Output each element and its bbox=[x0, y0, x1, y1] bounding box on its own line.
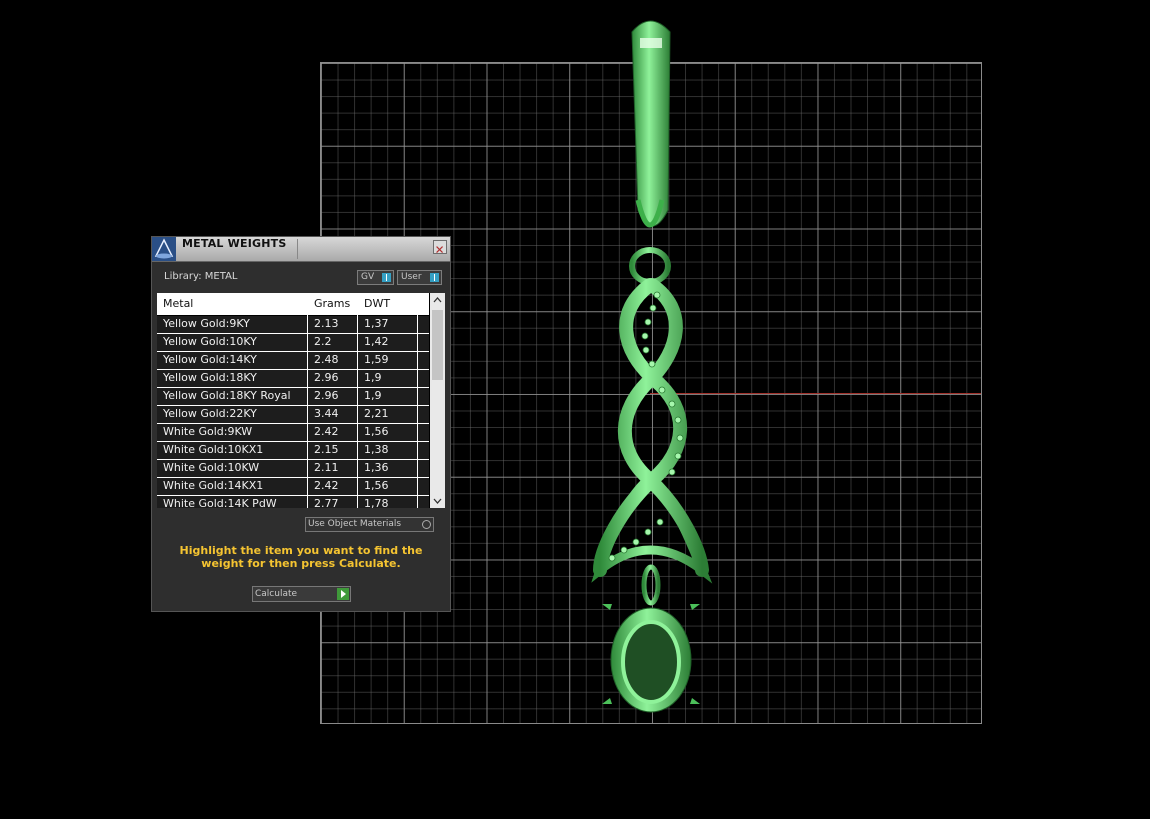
scroll-thumb[interactable] bbox=[432, 310, 443, 380]
cell-grams: 2.77 bbox=[314, 497, 339, 508]
user-toggle[interactable]: User bbox=[397, 270, 442, 285]
library-label: Library: METAL bbox=[164, 271, 238, 282]
cell-grams: 2.15 bbox=[314, 443, 339, 456]
instruction-text: Highlight the item you want to find the … bbox=[179, 544, 423, 570]
cell-metal: Yellow Gold:10KY bbox=[163, 335, 257, 348]
cell-grams: 2.96 bbox=[314, 389, 339, 402]
app-logo-icon bbox=[152, 237, 176, 261]
panel-titlebar[interactable]: METAL WEIGHTS bbox=[152, 237, 450, 262]
cell-dwt: 1,59 bbox=[364, 353, 389, 366]
gv-toggle-label: GV bbox=[361, 272, 375, 282]
table-header: Metal Grams DWT bbox=[157, 293, 429, 315]
table-row[interactable]: White Gold:10KW 2.11 1,36 bbox=[157, 460, 429, 478]
cell-metal: Yellow Gold:14KY bbox=[163, 353, 257, 366]
cell-grams: 2.2 bbox=[314, 335, 332, 348]
table-body: Yellow Gold:9KY 2.13 1,37 Yellow Gold:10KY 2… bbox=[157, 316, 429, 508]
gv-toggle[interactable]: GV bbox=[357, 270, 394, 285]
cell-dwt: 1,42 bbox=[364, 335, 389, 348]
cell-metal: White Gold:14K PdW bbox=[163, 497, 277, 508]
cell-metal: White Gold:10KX1 bbox=[163, 443, 264, 456]
cell-metal: White Gold:10KW bbox=[163, 461, 260, 474]
table-row[interactable]: Yellow Gold:22KY 3.44 2,21 bbox=[157, 406, 429, 424]
cell-dwt: 2,21 bbox=[364, 407, 389, 420]
title-divider bbox=[297, 239, 298, 259]
table-scrollbar[interactable] bbox=[430, 293, 445, 508]
cell-metal: Yellow Gold:9KY bbox=[163, 317, 250, 330]
cell-grams: 2.13 bbox=[314, 317, 339, 330]
calculate-label: Calculate bbox=[255, 589, 298, 599]
user-toggle-label: User bbox=[401, 272, 422, 282]
metal-weights-panel: METAL WEIGHTS Library: METAL GV User Met… bbox=[151, 236, 451, 612]
column-header-metal[interactable]: Metal bbox=[157, 293, 308, 315]
table-row[interactable]: Yellow Gold:18KY 2.96 1,9 bbox=[157, 370, 429, 388]
cell-grams: 2.48 bbox=[314, 353, 339, 366]
cell-metal: White Gold:14KX1 bbox=[163, 479, 264, 492]
cell-grams: 2.96 bbox=[314, 371, 339, 384]
cell-metal: Yellow Gold:22KY bbox=[163, 407, 257, 420]
scroll-up-icon[interactable] bbox=[430, 293, 445, 308]
close-icon bbox=[436, 246, 443, 253]
cell-grams: 3.44 bbox=[314, 407, 339, 420]
scroll-down-icon[interactable] bbox=[430, 493, 445, 508]
table-row[interactable]: White Gold:14K PdW 2.77 1,78 bbox=[157, 496, 429, 508]
table-row[interactable]: Yellow Gold:18KY Royal 2.96 1,9 bbox=[157, 388, 429, 406]
cell-dwt: 1,9 bbox=[364, 389, 382, 402]
cell-dwt: 1,37 bbox=[364, 317, 389, 330]
cell-dwt: 1,38 bbox=[364, 443, 389, 456]
cell-grams: 2.42 bbox=[314, 479, 339, 492]
cell-dwt: 1,9 bbox=[364, 371, 382, 384]
table-row[interactable]: Yellow Gold:14KY 2.48 1,59 bbox=[157, 352, 429, 370]
cell-dwt: 1,36 bbox=[364, 461, 389, 474]
column-header-dwt[interactable]: DWT bbox=[358, 293, 418, 315]
radio-icon bbox=[422, 520, 431, 529]
user-toggle-switch-icon bbox=[430, 273, 439, 282]
cell-dwt: 1,78 bbox=[364, 497, 389, 508]
use-object-materials-option[interactable]: Use Object Materials bbox=[305, 517, 434, 532]
metal-weights-table[interactable]: Metal Grams DWT Yellow Gold:9KY 2.13 1,37 Y… bbox=[157, 293, 445, 508]
column-divider bbox=[417, 293, 418, 508]
play-arrow-icon bbox=[337, 588, 349, 600]
cell-metal: Yellow Gold:18KY bbox=[163, 371, 257, 384]
cell-metal: White Gold:9KW bbox=[163, 425, 253, 438]
pendant-3d-model[interactable] bbox=[560, 10, 750, 720]
table-row[interactable]: White Gold:14KX1 2.42 1,56 bbox=[157, 478, 429, 496]
close-button[interactable] bbox=[433, 240, 447, 254]
table-row[interactable]: White Gold:10KX1 2.15 1,38 bbox=[157, 442, 429, 460]
cell-metal: Yellow Gold:18KY Royal bbox=[163, 389, 291, 402]
calculate-button[interactable]: Calculate bbox=[252, 586, 351, 602]
cell-dwt: 1,56 bbox=[364, 479, 389, 492]
table-row[interactable]: Yellow Gold:9KY 2.13 1,37 bbox=[157, 316, 429, 334]
table-row[interactable]: Yellow Gold:10KY 2.2 1,42 bbox=[157, 334, 429, 352]
column-divider bbox=[307, 293, 308, 508]
gv-toggle-switch-icon bbox=[382, 273, 391, 282]
cell-grams: 2.11 bbox=[314, 461, 339, 474]
cell-dwt: 1,56 bbox=[364, 425, 389, 438]
panel-title: METAL WEIGHTS bbox=[182, 237, 287, 250]
column-divider bbox=[357, 293, 358, 508]
table-row[interactable]: White Gold:9KW 2.42 1,56 bbox=[157, 424, 429, 442]
use-object-materials-label: Use Object Materials bbox=[308, 519, 402, 529]
column-header-grams[interactable]: Grams bbox=[308, 293, 358, 315]
cell-grams: 2.42 bbox=[314, 425, 339, 438]
